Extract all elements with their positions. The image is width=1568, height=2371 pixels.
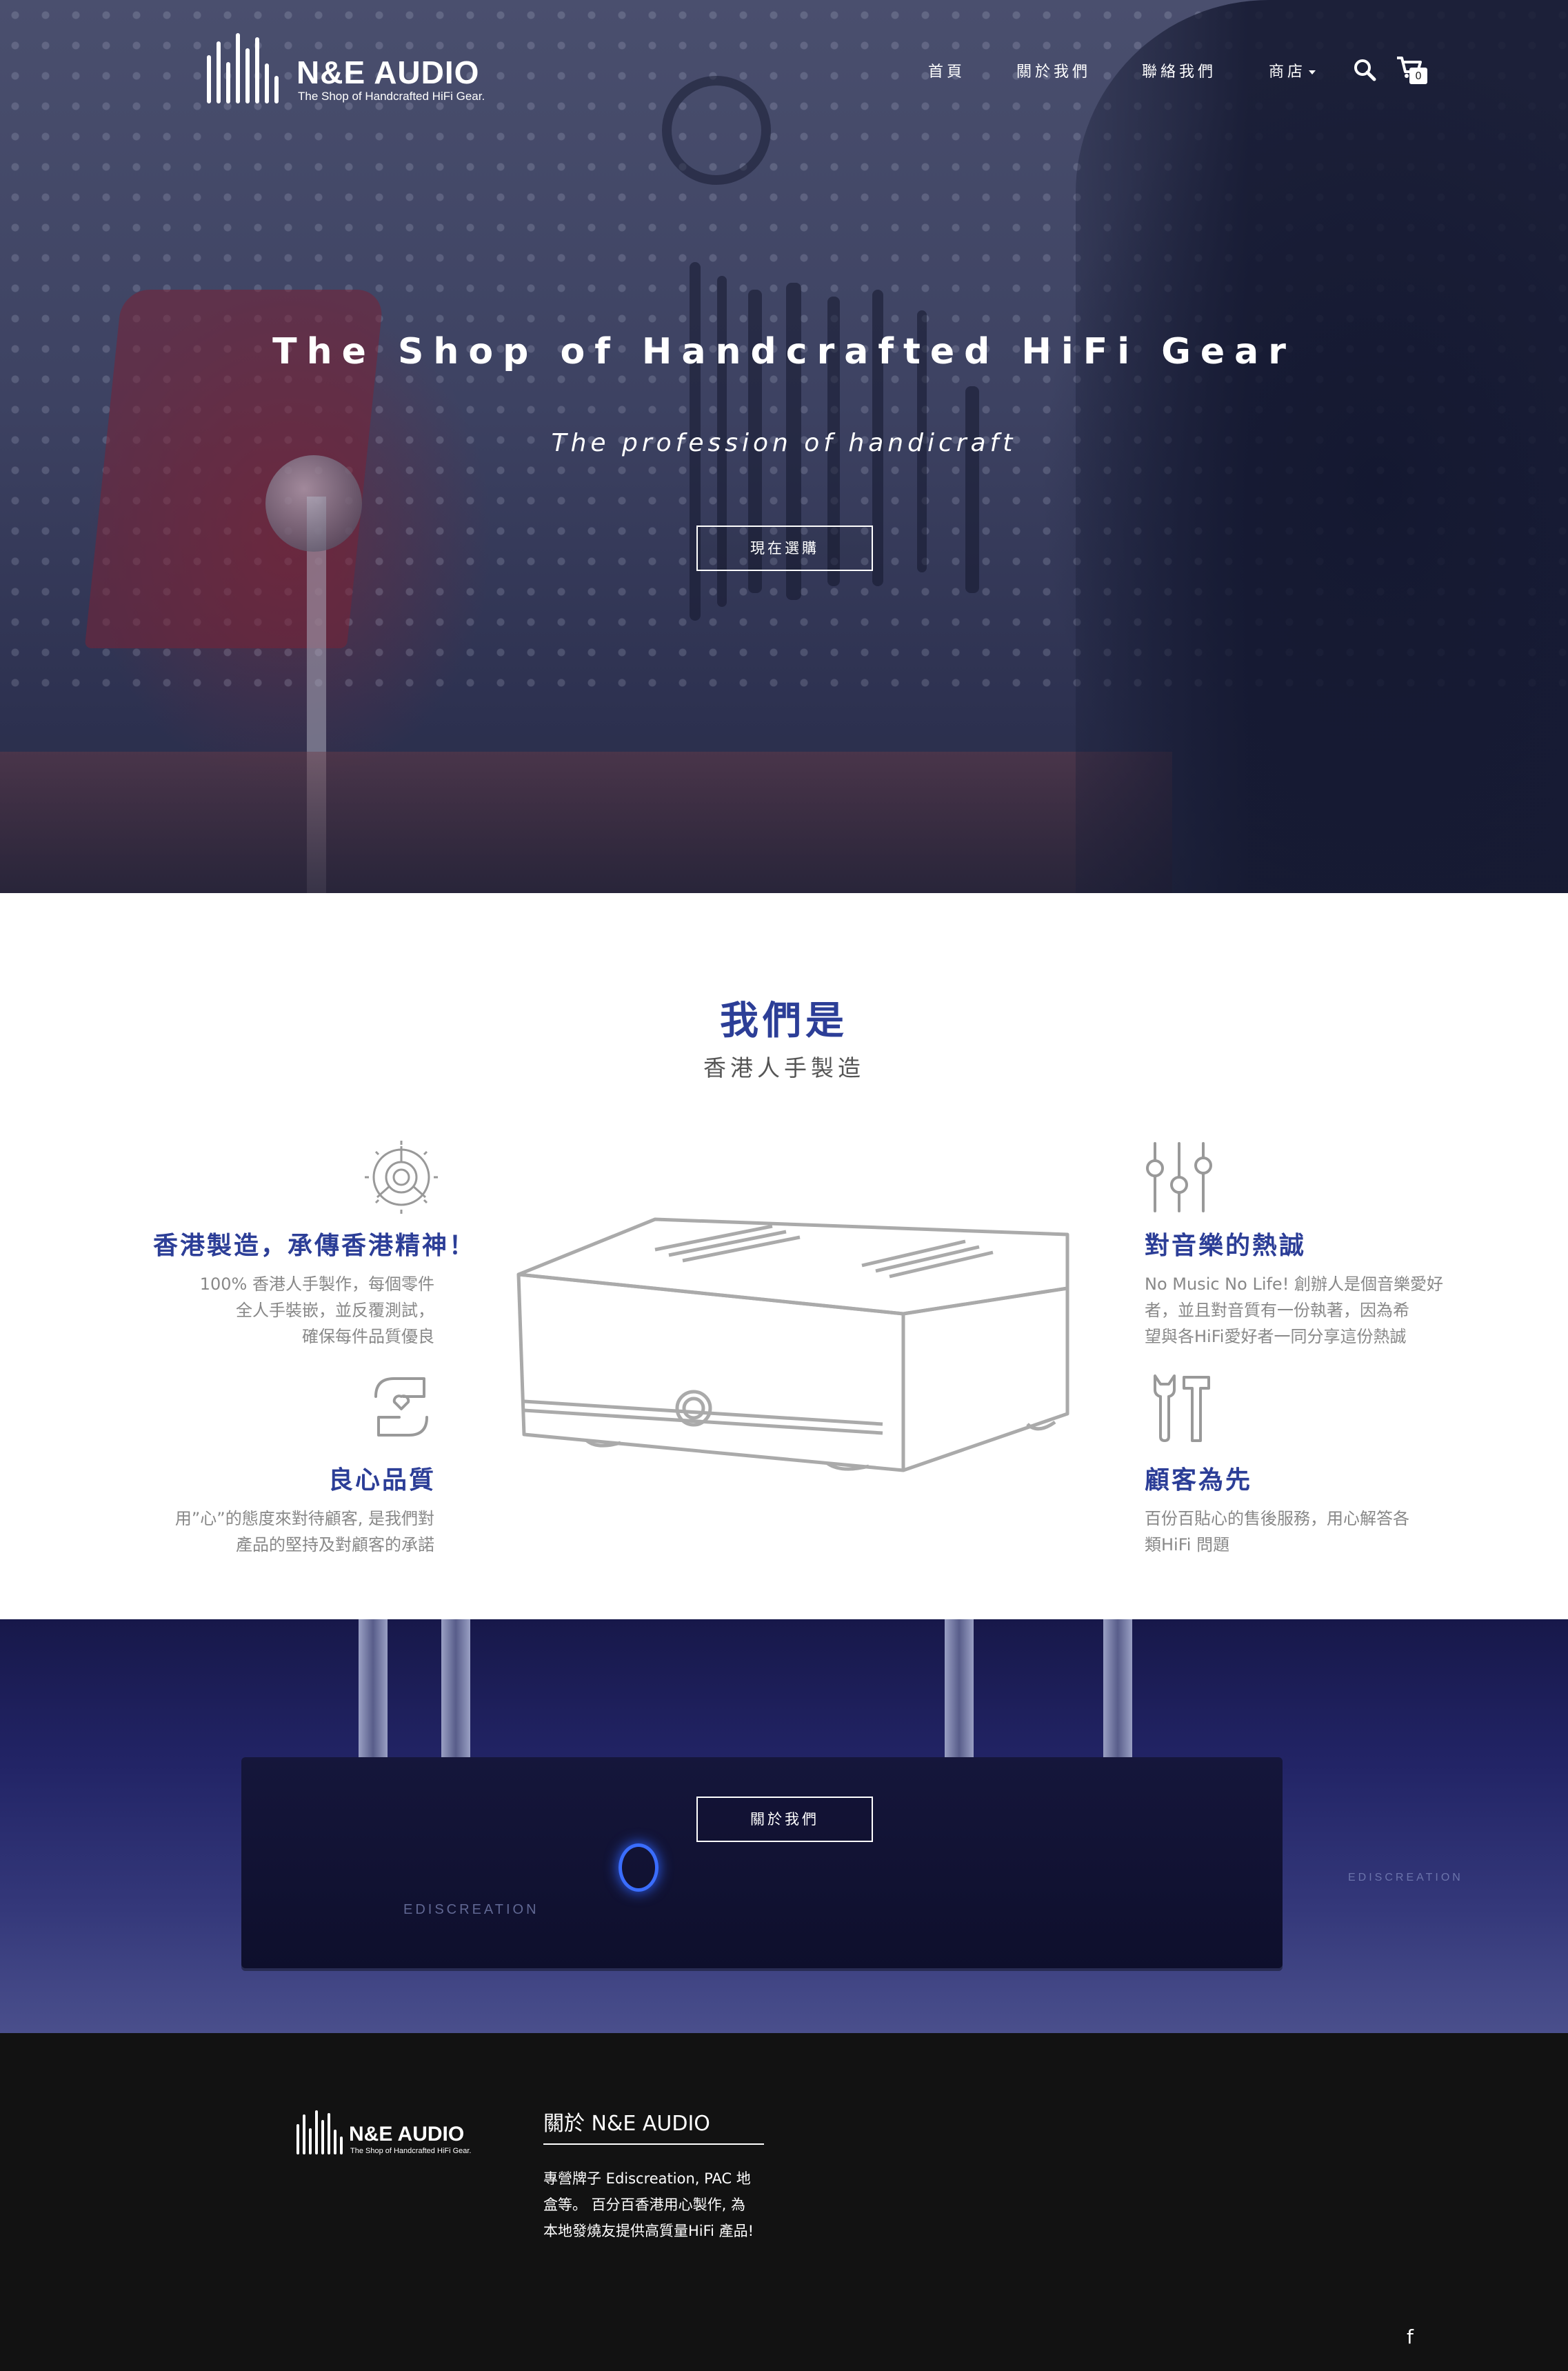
nav-item-home[interactable]: 首頁 [928,59,965,81]
sliders-icon [1146,1142,1212,1212]
logo-tagline: The Shop of Handcrafted HiFi Gear. [298,90,485,103]
feature-title-quality: 良心品質 [328,1466,436,1494]
feature-desc-line: 確保每件品質優良 [302,1327,434,1346]
footer [0,2033,1568,2371]
feature-desc-line: 產品的堅持及對顧客的承諾 [236,1535,434,1554]
feature-desc-line: 望與各HiFi愛好者一同分享這份熱誠 [1145,1327,1407,1346]
nav-item-about[interactable]: 關於我們 [1016,59,1091,81]
about-subtitle: 香港人手製造 [703,1054,865,1081]
hands-heart-icon [374,1377,428,1437]
spike-leg [1103,1619,1132,1764]
hero-subtitle: The profession of handicraft [551,429,1017,457]
cart-count-badge: 0 [1409,68,1427,84]
feature-desc-line: 100% 香港人手製作，每個零件 [199,1274,434,1294]
vise-handle [265,455,362,552]
workbench [0,752,1172,893]
hero-title: The Shop of Handcrafted HiFi Gear [272,331,1296,372]
spike-leg [945,1619,974,1757]
hanging-tool [662,76,771,185]
feature-desc-line: 類HiFi 問題 [1145,1535,1230,1554]
hero-section: N&E AUDIO The Shop of Handcrafted HiFi G… [0,0,1568,893]
facebook-icon[interactable]: f [1407,2325,1414,2348]
feature-title-made-in-hk: 香港製造，承傳香港精神！ [153,1232,476,1260]
footer-heading: 關於 N&E AUDIO [543,2112,710,2136]
gear-icon [365,1141,438,1214]
feature-title-customer-first: 顧客為先 [1145,1466,1253,1494]
feature-desc-passion: No Music No Life! 創辦人是個音樂愛好 者，並且對音質有一份執著… [1145,1271,1469,1350]
footer-logo-title: N&E AUDIO [349,2123,465,2145]
about-title: 我們是 [720,999,848,1043]
amplifier-illustration [516,1217,1069,1472]
chevron-down-icon [1309,70,1316,74]
about-us-button[interactable]: 關於我們 [696,1797,873,1842]
feature-desc-line: 百份百貼心的售後服務，用心解答各 [1145,1509,1409,1528]
footer-text-line: 盒等。 百分百香港用心製作, 為 [543,2197,746,2213]
footer-text-line: 專營牌子 Ediscreation, PAC 地 [543,2170,751,2187]
amplifier-photo [241,1757,1283,1971]
spike-leg [359,1619,388,1764]
search-icon[interactable] [1353,58,1376,81]
feature-title-passion: 對音樂的熱誠 [1145,1232,1307,1260]
feature-desc-line: No Music No Life! 創辦人是個音樂愛好 [1145,1274,1443,1294]
shop-now-button[interactable]: 現在選購 [696,526,873,571]
feature-desc-line: 者，並且對音質有一份執著，因為希 [1145,1301,1409,1320]
footer-text-line: 本地發燒友提供高質量HiFi 產品! [543,2223,754,2239]
feature-desc-line: 用”心”的態度來對待顧客, 是我們對 [174,1509,434,1528]
footer-logo[interactable]: N&E AUDIO The Shop of Handcrafted HiFi G… [295,2110,481,2159]
power-led [619,1843,659,1892]
main-nav: 首頁 關於我們 聯絡我們 商店 [0,59,1568,81]
feature-desc-customer-first: 百份百貼心的售後服務，用心解答各 類HiFi 問題 [1145,1505,1469,1558]
nav-item-shop[interactable]: 商店 [1269,59,1316,81]
amp-brand-mark-right: EDISCREATION [1348,1872,1463,1883]
nav-item-shop-label: 商店 [1269,63,1307,81]
feature-desc-line: 全人手裝嵌，並反覆測試， [236,1301,434,1320]
spike-leg [441,1619,470,1771]
footer-logo-tagline: The Shop of Handcrafted HiFi Gear. [350,2147,472,2155]
footer-divider [543,2143,764,2145]
hanging-tool [965,386,979,593]
tools-icon [1154,1374,1210,1442]
feature-desc-quality: 用”心”的態度來對待顧客, 是我們對 產品的堅持及對顧客的承諾 [110,1505,434,1558]
footer-about-text: 專營牌子 Ediscreation, PAC 地 盒等。 百分百香港用心製作, … [543,2165,771,2244]
nav-item-contact[interactable]: 聯絡我們 [1142,59,1216,81]
amp-brand-mark: EDISCREATION [403,1902,539,1917]
feature-desc-made-in-hk: 100% 香港人手製作，每個零件 全人手裝嵌，並反覆測試， 確保每件品質優良 [124,1271,434,1350]
cart-button[interactable]: 0 [1396,55,1431,88]
